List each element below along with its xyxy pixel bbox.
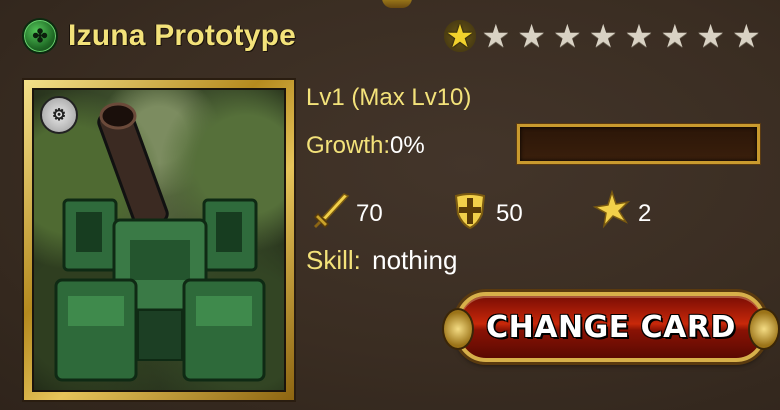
rarity-star-empty-icon: ★ [732, 18, 761, 54]
defense-stat: 50 [450, 190, 523, 230]
growth-label-text: Growth: [306, 132, 391, 159]
rarity-star-empty-icon: ★ [660, 18, 690, 54]
defense-value: 50 [496, 200, 523, 227]
growth-label: Growth:0% [306, 132, 425, 160]
top-ornament [382, 0, 412, 8]
sword-icon [310, 190, 350, 230]
attack-value: 70 [356, 200, 383, 227]
card-name: Izuna Prototype [68, 19, 297, 52]
card-art-frame[interactable]: ⚙ [24, 80, 294, 400]
cost-stat: 2 [592, 190, 651, 230]
card-art: ⚙ [32, 88, 286, 392]
mech-type-icon: ✤ [22, 18, 58, 54]
change-card-label: CHANGE CARD [486, 309, 736, 345]
card-title-row: ✤ Izuna Prototype [22, 16, 296, 56]
button-endcap-right [748, 308, 780, 350]
level-text: Lv1 (Max Lv10) [306, 84, 472, 111]
rarity-star-empty-icon: ★ [624, 18, 654, 54]
change-card-button[interactable]: CHANGE CARD [442, 292, 780, 362]
rarity-stars: ★ ★ ★ ★ ★ ★ ★ ★ ★ [444, 20, 766, 52]
cost-star-icon [592, 190, 632, 230]
mech-illustration [54, 102, 266, 382]
rarity-star-filled-icon: ★ [444, 18, 476, 54]
skill-label: Skill: [306, 245, 361, 275]
rarity-star-empty-icon: ★ [588, 18, 618, 54]
attack-stat: 70 [310, 190, 383, 230]
growth-value: 0% [390, 132, 425, 159]
rarity-star-empty-icon: ★ [553, 18, 582, 54]
rarity-star-empty-icon: ★ [481, 18, 511, 54]
skill-row: Skill: nothing [306, 245, 457, 276]
cost-value: 2 [638, 200, 652, 227]
growth-bar [517, 124, 760, 164]
rarity-star-empty-icon: ★ [517, 18, 546, 54]
card-detail-panel: ✤ Izuna Prototype ★ ★ ★ ★ ★ ★ ★ ★ ★ ⚙ Lv… [0, 0, 780, 410]
skill-value: nothing [372, 245, 458, 275]
card-type-badge: ⚙ [40, 96, 78, 134]
shield-icon [450, 190, 490, 230]
button-endcap-left [442, 308, 474, 350]
rarity-star-empty-icon: ★ [696, 18, 725, 54]
